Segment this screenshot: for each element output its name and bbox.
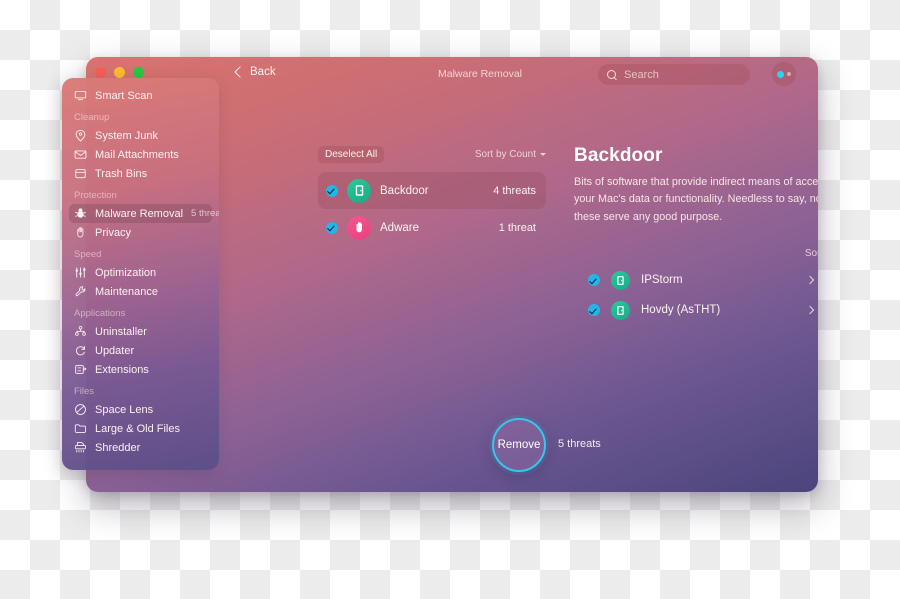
sidebar-item-label: Large & Old Files [95, 422, 180, 435]
space-lens-icon [74, 403, 87, 416]
sidebar-item-label: Updater [95, 344, 135, 357]
sliders-icon [74, 266, 87, 279]
detail-description: Bits of software that provide indirect m… [574, 176, 818, 223]
window-controls [95, 67, 144, 78]
category-name: Adware [380, 221, 419, 234]
minimize-button[interactable] [114, 67, 125, 78]
system-junk-icon [74, 129, 87, 142]
smart-scan-icon [74, 89, 87, 102]
sidebar-item-badge: 5 threats [191, 208, 219, 219]
sidebar-item-trash-bins[interactable]: Trash Bins [69, 164, 212, 183]
category-row-backdoor[interactable]: Backdoor 4 threats [318, 172, 546, 209]
deselect-all-button[interactable]: Deselect All [318, 145, 385, 163]
sidebar-item-label: Trash Bins [95, 167, 148, 180]
chevron-down-icon [540, 152, 546, 156]
sidebar: Smart Scan Cleanup System Junk Mail Attachm… [62, 78, 219, 470]
chevron-right-icon[interactable] [805, 306, 815, 315]
checkbox-adware[interactable] [326, 221, 338, 234]
sidebar-item-shredder[interactable]: Shredder [69, 438, 212, 457]
sidebar-item-label: Smart Scan [95, 89, 153, 102]
zoom-button[interactable] [133, 67, 144, 78]
threat-name: IPStorm [641, 274, 683, 287]
sidebar-item-label: Privacy [95, 226, 132, 239]
chevron-right-icon[interactable] [805, 276, 815, 285]
door-icon [611, 300, 630, 320]
footer-threat-total: 5 threats [558, 438, 601, 450]
malware-icon [74, 207, 87, 220]
sidebar-item-label: Uninstaller [95, 325, 147, 338]
remove-button[interactable]: Remove [492, 418, 546, 472]
account-dot-small-icon [787, 72, 791, 76]
sidebar-group-label: Applications [74, 308, 126, 319]
window-title-text: Malware Removal [437, 68, 523, 80]
sidebar-item-system-junk[interactable]: System Junk [69, 126, 212, 145]
search-input[interactable]: Search [598, 64, 750, 85]
sort-by-name-label: Sort by Name [804, 248, 818, 260]
sort-by-count-label: Sort by Count [474, 148, 536, 160]
back-button[interactable]: Back [232, 64, 280, 80]
threat-name: Hovdy (AsTHT) [641, 304, 721, 317]
sort-by-name-control[interactable]: Sort by Name [805, 248, 818, 259]
account-button[interactable] [772, 62, 796, 86]
sidebar-group-label: Cleanup [74, 112, 110, 123]
sort-by-count-control[interactable]: Sort by Count [475, 149, 546, 160]
category-row-adware[interactable]: Adware 1 threat [318, 209, 546, 246]
sidebar-item-label: Shredder [95, 441, 141, 454]
category-count: 4 threats [493, 184, 536, 197]
mail-icon [74, 148, 87, 161]
sidebar-group-label: Files [74, 386, 95, 397]
sidebar-item-label: Extensions [95, 363, 149, 376]
threat-row-ipstorm[interactable]: IPStorm 2 threats [574, 265, 818, 295]
sidebar-item-malware-removal[interactable]: Malware Removal 5 threats [69, 204, 219, 223]
sidebar-item-label: Optimization [95, 266, 157, 279]
updater-icon [74, 344, 87, 357]
sidebar-item-large-old-files[interactable]: Large & Old Files [69, 419, 212, 438]
page-title: Backdoor [574, 145, 663, 166]
category-column: Deselect All Sort by Count Backdoor 4 th… [318, 145, 546, 246]
sidebar-item-space-lens[interactable]: Space Lens [69, 400, 212, 419]
sidebar-group-label: Protection [74, 190, 117, 201]
extensions-icon [74, 363, 87, 376]
close-button[interactable] [95, 67, 106, 78]
sidebar-item-label: Maintenance [95, 285, 158, 298]
sidebar-item-mail-attachments[interactable]: Mail Attachments [69, 145, 212, 164]
category-toolbar: Deselect All Sort by Count [318, 145, 546, 163]
chevron-left-icon [234, 66, 246, 78]
checkbox-backdoor[interactable] [326, 184, 338, 197]
category-count: 1 threat [498, 221, 536, 234]
trash-icon [74, 167, 87, 180]
checkbox-ipstorm[interactable] [588, 274, 600, 287]
sidebar-item-label: Space Lens [95, 403, 154, 416]
detail-pane: Backdoor Bits of software that provide i… [574, 145, 818, 325]
sidebar-item-updater[interactable]: Updater [69, 341, 212, 360]
sidebar-item-extensions[interactable]: Extensions [69, 360, 212, 379]
search-placeholder: Search [624, 68, 659, 81]
sidebar-item-label: Mail Attachments [95, 148, 179, 161]
sidebar-item-uninstaller[interactable]: Uninstaller [69, 322, 212, 341]
checkbox-hovdy[interactable] [588, 304, 600, 317]
sidebar-item-smart-scan[interactable]: Smart Scan [69, 86, 212, 105]
sidebar-item-optimization[interactable]: Optimization [69, 263, 212, 282]
sidebar-group-label: Speed [74, 249, 102, 260]
shredder-icon [74, 441, 87, 454]
back-button-label: Back [250, 66, 276, 78]
sidebar-item-maintenance[interactable]: Maintenance [69, 282, 212, 301]
detail-sort-row: Sort by Name [574, 248, 818, 259]
hand-icon [347, 215, 371, 240]
uninstaller-icon [74, 325, 87, 338]
search-icon [607, 69, 617, 80]
privacy-hand-icon [74, 226, 87, 239]
category-name: Backdoor [380, 184, 429, 197]
sidebar-item-label: System Junk [95, 129, 158, 142]
folder-icon [74, 422, 87, 435]
threat-row-hovdy[interactable]: Hovdy (AsTHT) 2 threats [574, 295, 818, 325]
account-dot-large-icon [777, 70, 784, 78]
door-icon [347, 178, 371, 203]
sidebar-item-privacy[interactable]: Privacy [69, 223, 212, 242]
sidebar-item-label: Malware Removal [95, 207, 184, 220]
door-icon [611, 270, 630, 290]
wrench-icon [74, 285, 87, 298]
